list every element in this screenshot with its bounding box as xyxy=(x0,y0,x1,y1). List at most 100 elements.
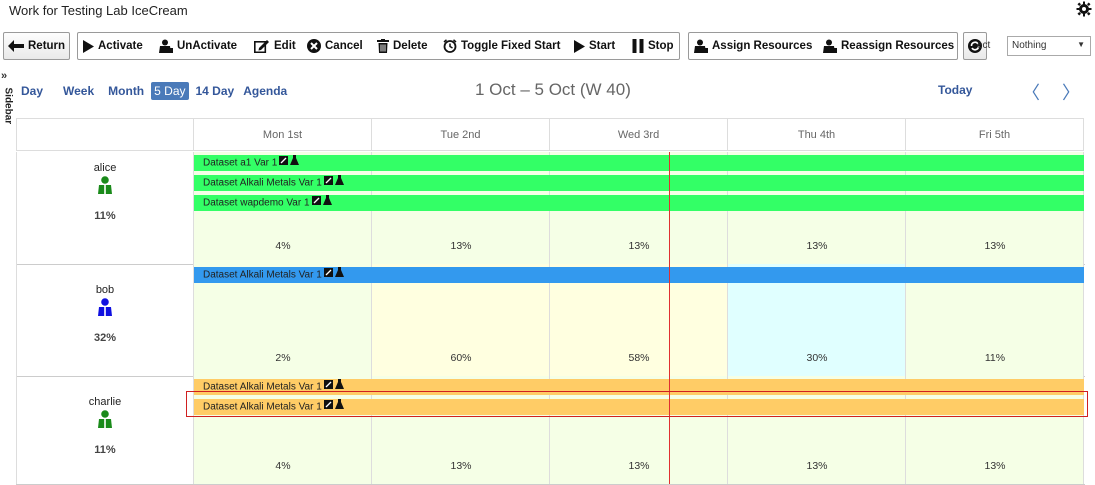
view-agenda[interactable]: Agenda xyxy=(240,82,290,100)
resource-name: bob xyxy=(95,284,115,296)
task-bar[interactable]: Dataset Alkali Metals Var 1 xyxy=(194,175,1084,191)
flask-icon[interactable] xyxy=(334,175,344,191)
cancel-button[interactable]: Cancel xyxy=(302,32,370,60)
user-lock-icon xyxy=(159,39,173,53)
day-header[interactable]: Mon 1st xyxy=(194,118,372,151)
user-add-icon xyxy=(694,39,708,53)
resource-name: alice xyxy=(93,162,117,174)
cancel-circle-icon xyxy=(307,39,321,53)
day-load-value: 13% xyxy=(984,460,1006,472)
user-swap-icon xyxy=(823,39,837,53)
title-bar: Work for Testing Lab IceCream xyxy=(0,0,1095,26)
pause-icon xyxy=(632,39,644,53)
flask-icon[interactable] xyxy=(334,267,344,283)
view-month[interactable]: Month xyxy=(105,82,147,100)
edit-icon[interactable] xyxy=(279,155,289,171)
header-empty-cell xyxy=(16,118,194,151)
day-load-value: 58% xyxy=(628,352,650,364)
trash-icon xyxy=(377,39,389,53)
play-icon xyxy=(574,39,585,53)
view-day[interactable]: Day xyxy=(18,82,46,100)
person-icon xyxy=(98,176,112,194)
day-load-value: 13% xyxy=(806,460,828,472)
unactivate-button[interactable]: UnActivate xyxy=(154,32,246,60)
view-week[interactable]: Week xyxy=(60,82,97,100)
day-load-value: 60% xyxy=(450,352,472,364)
return-label: Return xyxy=(28,40,66,52)
task-bar[interactable]: Dataset wapdemo Var 1 xyxy=(194,195,1084,211)
day-load-value: 11% xyxy=(984,352,1006,364)
edit-icon[interactable] xyxy=(311,195,321,211)
view-switcher: Day Week Month 5 Day 14 Day Agenda xyxy=(18,80,298,102)
gear-icon[interactable] xyxy=(1076,1,1092,17)
task-label: Dataset Alkali Metals Var 1 xyxy=(203,269,322,281)
resource-utilization: 32% xyxy=(93,332,117,344)
double-chevron-icon: » xyxy=(1,70,8,82)
task-label: Dataset wapdemo Var 1 xyxy=(203,197,310,209)
stop-label: Stop xyxy=(648,40,674,52)
cancel-label: Cancel xyxy=(325,40,363,52)
current-time-line xyxy=(669,152,670,484)
resource-utilization: 11% xyxy=(94,210,116,222)
day-load-value: 13% xyxy=(628,460,650,472)
sidebar-toggle[interactable]: » Sidebar xyxy=(0,70,14,130)
selected-task-outline xyxy=(186,391,1088,417)
select-label: ect xyxy=(977,40,991,51)
day-header[interactable]: Fri 5th xyxy=(906,118,1084,151)
today-button[interactable]: Today xyxy=(938,83,972,97)
play-icon xyxy=(83,39,94,53)
return-button[interactable]: Return xyxy=(3,32,70,60)
view-5-day[interactable]: 5 Day xyxy=(151,82,189,100)
stop-button[interactable]: Stop xyxy=(627,32,680,60)
resource-cell xyxy=(16,376,194,484)
edit-label: Edit xyxy=(274,40,296,52)
resource-cell xyxy=(16,264,194,376)
assign-resources-label: Assign Resources xyxy=(712,40,813,52)
date-range: 1 Oct – 5 Oct (W 40) xyxy=(475,80,631,99)
day-load-value: 13% xyxy=(628,240,650,252)
day-header[interactable]: Wed 3rd xyxy=(550,118,728,151)
person-icon xyxy=(98,410,112,428)
view-14-day[interactable]: 14 Day xyxy=(193,82,238,100)
resource-utilization: 11% xyxy=(94,444,116,456)
flask-icon[interactable] xyxy=(322,195,332,211)
task-bar[interactable]: Dataset a1 Var 1 xyxy=(194,155,1084,171)
flask-icon[interactable] xyxy=(290,155,300,171)
person-icon xyxy=(98,298,112,316)
toolbar: Return Activate UnActivate Edit Cancel D… xyxy=(0,32,1095,60)
day-load-value: 2% xyxy=(275,352,291,364)
reassign-resources-label: Reassign Resources xyxy=(841,40,955,52)
select-value: Nothing xyxy=(1012,40,1047,51)
delete-button[interactable]: Delete xyxy=(372,32,436,60)
day-header[interactable]: Tue 2nd xyxy=(372,118,550,151)
day-load-value: 4% xyxy=(275,240,291,252)
edit-button[interactable]: Edit xyxy=(249,32,301,60)
day-load-value: 13% xyxy=(450,460,472,472)
day-header[interactable]: Thu 4th xyxy=(728,118,906,151)
page-title: Work for Testing Lab IceCream xyxy=(9,3,188,18)
clock-icon xyxy=(443,39,457,53)
start-button[interactable]: Start xyxy=(568,32,625,60)
select-dropdown[interactable]: Nothing ▼ xyxy=(1007,36,1091,56)
edit-icon[interactable] xyxy=(323,267,333,283)
activate-button[interactable]: Activate xyxy=(77,32,153,60)
day-load-value: 30% xyxy=(806,352,828,364)
day-load-value: 13% xyxy=(984,240,1006,252)
arrow-left-icon xyxy=(8,40,24,52)
toggle-fixed-start-label: Toggle Fixed Start xyxy=(461,40,561,52)
edit-icon[interactable] xyxy=(323,175,333,191)
sidebar-label: Sidebar xyxy=(2,87,14,125)
prev-arrow-icon[interactable]: 〈 xyxy=(1022,79,1040,105)
delete-label: Delete xyxy=(393,40,428,52)
chevron-down-icon: ▼ xyxy=(1077,40,1085,49)
day-load-value: 4% xyxy=(275,460,291,472)
task-label: Dataset Alkali Metals Var 1 xyxy=(203,177,322,189)
reassign-resources-button[interactable]: Reassign Resources xyxy=(818,32,958,60)
assign-resources-button[interactable]: Assign Resources xyxy=(689,32,816,60)
next-arrow-icon[interactable]: 〉 xyxy=(1062,79,1080,105)
activate-label: Activate xyxy=(98,40,143,52)
task-bar[interactable]: Dataset Alkali Metals Var 1 xyxy=(194,267,1084,283)
edit-icon xyxy=(254,40,269,53)
toggle-fixed-start-button[interactable]: Toggle Fixed Start xyxy=(438,32,566,60)
day-load-value: 13% xyxy=(806,240,828,252)
